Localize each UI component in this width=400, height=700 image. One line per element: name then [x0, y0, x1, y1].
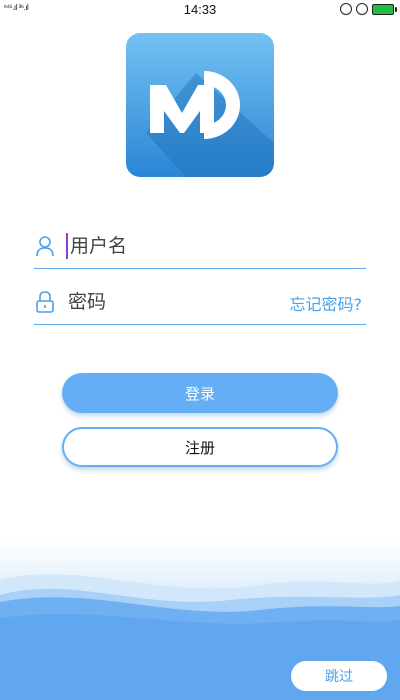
password-input[interactable]: [66, 289, 236, 315]
battery-charging-icon: [372, 3, 397, 15]
password-field: 忘记密码?: [34, 279, 366, 325]
status-bar: ᵉ⁴⁶.ıl ³⁶.ıl 14:33: [0, 0, 400, 20]
register-button[interactable]: 注册: [62, 427, 338, 467]
username-input[interactable]: [66, 233, 326, 259]
forgot-password-link[interactable]: 忘记密码?: [290, 291, 363, 315]
username-field: [34, 223, 366, 269]
app-logo: [126, 33, 274, 177]
user-icon: [36, 236, 54, 257]
md-logo-icon: [146, 71, 274, 177]
lock-icon: [36, 291, 54, 313]
rotation-lock-icon: [340, 3, 352, 15]
status-icons: [340, 3, 397, 15]
skip-button[interactable]: 跳过: [291, 661, 387, 691]
login-button[interactable]: 登录: [62, 373, 338, 413]
alarm-icon: [356, 3, 368, 15]
